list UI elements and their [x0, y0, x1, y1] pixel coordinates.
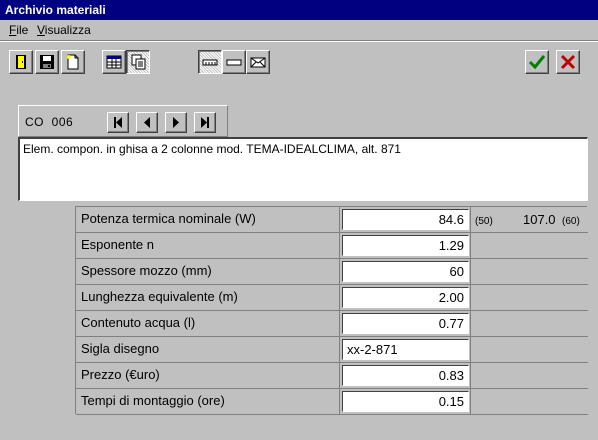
- field-row-potenza: Potenza termica nominale (W) 84.6 (50) 1…: [76, 207, 588, 233]
- copy-button[interactable]: [126, 50, 150, 74]
- potenza-extra: (50) 107.0 (60): [471, 207, 588, 233]
- contenuto-input[interactable]: 0.77: [342, 313, 469, 334]
- field-label: Sigla disegno: [76, 337, 340, 363]
- envelope-view-icon: [250, 57, 266, 68]
- line-view-icon: [226, 59, 242, 66]
- delta-right: (60): [562, 216, 580, 227]
- cancel-button[interactable]: [556, 50, 580, 74]
- tempi-input[interactable]: 0.15: [342, 391, 469, 412]
- window-title: Archivio materiali: [0, 0, 598, 20]
- last-record-button[interactable]: [194, 112, 216, 133]
- next-record-button[interactable]: [165, 112, 187, 133]
- door-exit-icon: [16, 55, 26, 69]
- table-grid-icon: [106, 55, 122, 69]
- last-record-icon: [201, 117, 209, 128]
- new-document-icon: [67, 54, 79, 70]
- envelope-view-button[interactable]: [246, 50, 270, 74]
- delta-left: (50): [475, 216, 493, 227]
- field-row-prezzo: Prezzo (€uro) 0.83: [76, 363, 588, 389]
- spessore-input[interactable]: 60: [342, 261, 469, 282]
- record-navigator: CO 006: [18, 105, 228, 137]
- field-label: Spessore mozzo (mm): [76, 259, 340, 285]
- description-field[interactable]: Elem. compon. in ghisa a 2 colonne mod. …: [18, 137, 588, 201]
- field-row-contenuto: Contenuto acqua (l) 0.77: [76, 311, 588, 337]
- confirm-check-icon: [528, 55, 546, 70]
- first-record-button[interactable]: [107, 112, 129, 133]
- copy-document-icon: [131, 54, 146, 70]
- field-row-tempi: Tempi di montaggio (ore) 0.15: [76, 389, 588, 415]
- menu-visualizza[interactable]: Visualizza: [37, 23, 91, 37]
- record-code: CO 006: [25, 115, 74, 129]
- field-label: Esponente n: [76, 233, 340, 259]
- field-label: Tempi di montaggio (ore): [76, 389, 340, 415]
- properties-grid: Potenza termica nominale (W) 84.6 (50) 1…: [75, 206, 588, 415]
- cancel-x-icon: [560, 54, 576, 70]
- potenza-input[interactable]: 84.6: [342, 209, 469, 230]
- prezzo-input[interactable]: 0.83: [342, 365, 469, 386]
- exit-button[interactable]: [9, 50, 33, 74]
- field-label: Potenza termica nominale (W): [76, 207, 340, 233]
- next-record-icon: [173, 117, 179, 128]
- field-row-lunghezza: Lunghezza equivalente (m) 2.00: [76, 285, 588, 311]
- field-label: Contenuto acqua (l): [76, 311, 340, 337]
- menu-bar: File Visualizza: [0, 21, 598, 40]
- field-row-esponente: Esponente n 1.29: [76, 233, 588, 259]
- first-record-icon: [114, 117, 122, 128]
- field-label: Prezzo (€uro): [76, 363, 340, 389]
- confirm-button[interactable]: [525, 50, 549, 74]
- field-row-sigla: Sigla disegno xx-2-871: [76, 337, 588, 363]
- row-view-icon: [202, 59, 218, 66]
- toolbar: [0, 40, 598, 82]
- save-button[interactable]: [35, 50, 59, 74]
- prev-record-button[interactable]: [136, 112, 158, 133]
- new-button[interactable]: [61, 50, 85, 74]
- field-row-spessore: Spessore mozzo (mm) 60: [76, 259, 588, 285]
- line-view-button[interactable]: [222, 50, 246, 74]
- sigla-input[interactable]: xx-2-871: [342, 339, 469, 360]
- prev-record-icon: [144, 117, 150, 128]
- field-label: Lunghezza equivalente (m): [76, 285, 340, 311]
- menu-file[interactable]: File: [9, 23, 28, 37]
- row-view-button[interactable]: [198, 50, 222, 74]
- esponente-input[interactable]: 1.29: [342, 235, 469, 256]
- floppy-save-icon: [40, 55, 54, 69]
- table-view-button[interactable]: [102, 50, 126, 74]
- lunghezza-input[interactable]: 2.00: [342, 287, 469, 308]
- extra-value: 107.0: [523, 212, 556, 227]
